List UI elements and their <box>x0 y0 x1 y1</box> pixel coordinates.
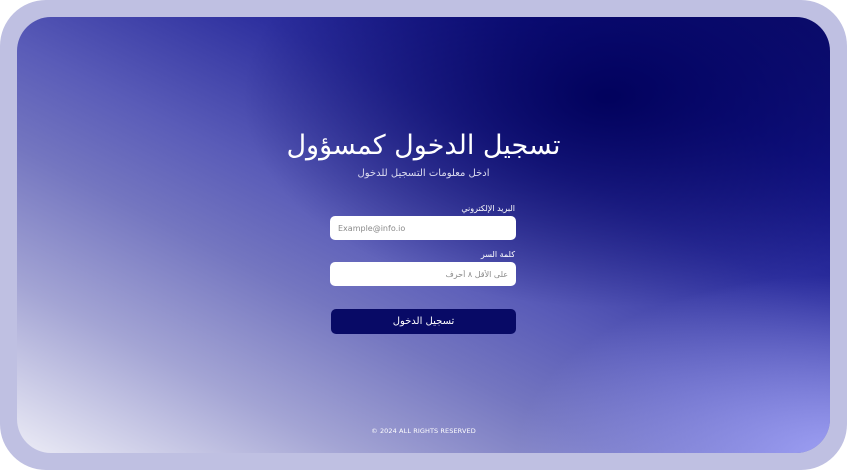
login-button[interactable]: تسجيل الدخول <box>331 309 516 334</box>
password-label: كلمة السر <box>480 250 515 259</box>
email-field[interactable] <box>330 216 516 240</box>
password-field[interactable] <box>330 262 516 286</box>
login-content: تسجيل الدخول كمسؤول ادخل معلومات التسجيل… <box>17 17 830 453</box>
login-panel: تسجيل الدخول كمسؤول ادخل معلومات التسجيل… <box>17 17 830 453</box>
page-title: تسجيل الدخول كمسؤول <box>286 130 561 161</box>
copyright-text: © 2024 ALL RIGHTS RESERVED <box>371 427 476 435</box>
email-label: البريد الإلكتروني <box>461 204 515 213</box>
page-subtitle: ادخل معلومات التسجيل للدخول <box>357 168 490 179</box>
